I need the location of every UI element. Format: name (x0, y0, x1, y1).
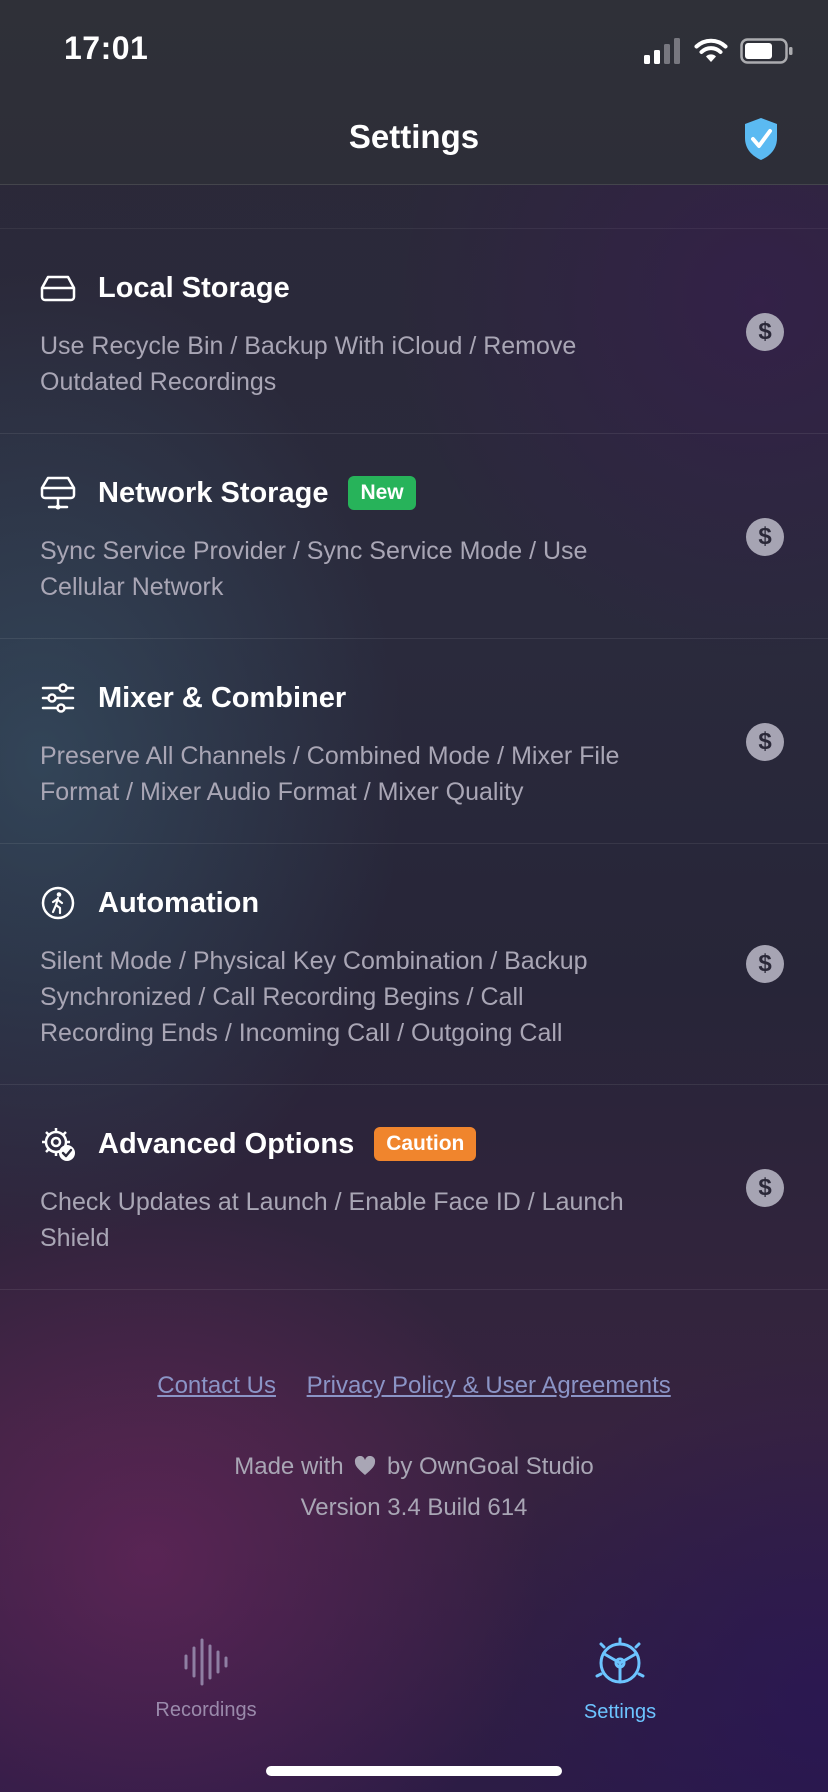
row-title: Automation (98, 886, 260, 919)
status-icons (644, 36, 794, 66)
row-title: Local Storage (98, 271, 290, 304)
settings-row-automation[interactable]: Automation Silent Mode / Physical Key Co… (0, 843, 828, 1085)
dollar-icon: $ (746, 518, 784, 556)
new-badge: New (348, 476, 416, 510)
shield-check-icon[interactable] (742, 116, 780, 162)
sliders-icon (40, 680, 76, 716)
row-title: Advanced Options (98, 1127, 355, 1160)
row-title: Network Storage (98, 476, 329, 509)
dollar-icon: $ (746, 1169, 784, 1207)
contact-us-link[interactable]: Contact Us (157, 1372, 276, 1399)
footer-links: Contact Us Privacy Policy & User Agreeme… (0, 1372, 828, 1400)
top-bar: 17:01 Settings (0, 0, 828, 185)
made-with-line: Made with by OwnGoal Studio (0, 1453, 828, 1481)
battery-icon (740, 38, 793, 64)
tab-label-recordings: Recordings (155, 1699, 257, 1721)
row-description: Silent Mode / Physical Key Combination /… (40, 947, 588, 1047)
tab-settings[interactable]: Settings (530, 1636, 710, 1724)
dollar-icon: $ (746, 945, 784, 983)
dollar-icon: $ (746, 313, 784, 351)
settings-row-advanced-options[interactable]: Advanced Options Caution Check Updates a… (0, 1084, 828, 1290)
status-time: 17:01 (64, 30, 149, 66)
home-indicator[interactable] (266, 1766, 562, 1776)
row-title: Mixer & Combiner (98, 681, 347, 714)
cellular-signal-icon (644, 38, 680, 64)
settings-row-mixer-combiner[interactable]: Mixer & Combiner Preserve All Channels /… (0, 638, 828, 844)
gear-check-icon (40, 1126, 76, 1162)
caution-badge: Caution (374, 1127, 477, 1161)
network-drive-icon (40, 475, 76, 511)
privacy-policy-link[interactable]: Privacy Policy & User Agreements (307, 1372, 671, 1399)
settings-row-local-storage[interactable]: Local Storage Use Recycle Bin / Backup W… (0, 228, 828, 434)
row-description: Sync Service Provider / Sync Service Mod… (40, 537, 588, 601)
page-title: Settings (348, 118, 480, 155)
walking-person-icon (40, 885, 76, 921)
tab-label-settings: Settings (583, 1701, 657, 1723)
row-description: Use Recycle Bin / Backup With iCloud / R… (40, 332, 577, 396)
wifi-icon (694, 38, 728, 62)
made-with-prefix: Made with (234, 1453, 344, 1480)
made-with-suffix: by OwnGoal Studio (386, 1453, 594, 1480)
version-text: Version 3.4 Build 614 (300, 1494, 528, 1521)
dollar-icon: $ (746, 723, 784, 761)
waveform-icon (184, 1638, 228, 1686)
heart-icon (355, 1455, 376, 1475)
settings-row-network-storage[interactable]: Network Storage New Sync Service Provide… (0, 433, 828, 639)
row-description: Check Updates at Launch / Enable Face ID… (40, 1188, 624, 1252)
settings-wheel-icon (595, 1637, 645, 1684)
drive-icon (40, 270, 76, 306)
tab-recordings[interactable]: Recordings (116, 1636, 296, 1722)
row-description: Preserve All Channels / Combined Mode / … (40, 742, 620, 806)
